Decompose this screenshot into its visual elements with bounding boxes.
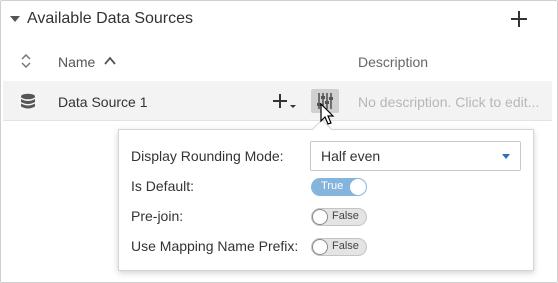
- data-source-name[interactable]: Data Source 1: [58, 94, 148, 110]
- mapping-prefix-label: Use Mapping Name Prefix:: [131, 238, 299, 254]
- sort-icon[interactable]: [21, 54, 31, 68]
- mouse-cursor-icon: [320, 103, 335, 125]
- panel-title: Available Data Sources: [27, 10, 194, 27]
- toggle-knob: [350, 179, 366, 195]
- collapse-icon[interactable]: [10, 16, 20, 22]
- rounding-mode-label: Display Rounding Mode:: [131, 148, 284, 164]
- mapping-prefix-state: False: [332, 240, 359, 252]
- database-icon: [21, 93, 35, 109]
- toggle-knob: [312, 239, 328, 255]
- is-default-label: Is Default:: [131, 178, 195, 194]
- mapping-prefix-toggle[interactable]: False: [311, 238, 367, 256]
- add-data-source-button[interactable]: [509, 9, 529, 29]
- pre-join-toggle[interactable]: False: [311, 208, 367, 226]
- toggle-knob: [312, 209, 328, 225]
- column-header-name[interactable]: Name: [58, 54, 95, 70]
- rounding-mode-select[interactable]: Half even: [310, 141, 521, 171]
- data-source-description[interactable]: No description. Click to edit...: [358, 94, 539, 110]
- pre-join-label: Pre-join:: [131, 208, 184, 224]
- dropdown-caret-icon: [502, 154, 510, 159]
- rounding-mode-value: Half even: [321, 148, 381, 164]
- is-default-state: True: [321, 180, 344, 192]
- add-with-menu-icon[interactable]: [272, 92, 298, 112]
- is-default-toggle[interactable]: True: [311, 178, 367, 196]
- pre-join-state: False: [332, 210, 359, 222]
- chevron-up-icon[interactable]: [103, 55, 117, 67]
- column-header-description: Description: [358, 54, 429, 70]
